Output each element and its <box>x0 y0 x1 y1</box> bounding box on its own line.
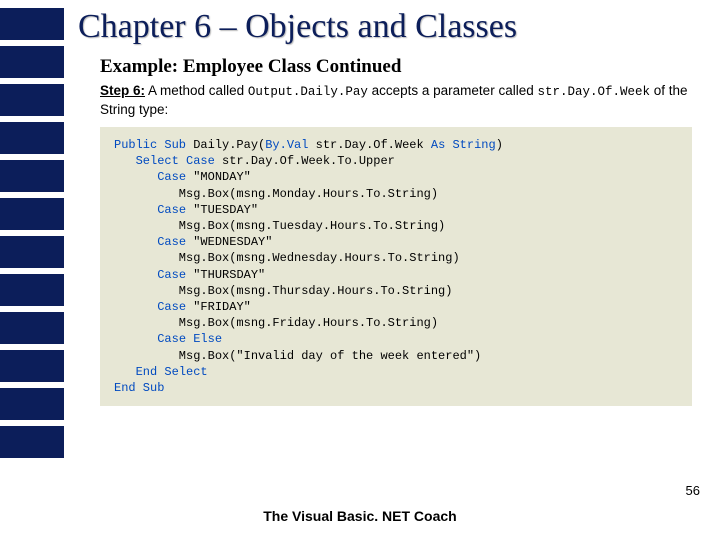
sidebar-block <box>0 122 64 154</box>
sidebar-block <box>0 350 64 382</box>
step-description: Step 6: A method called Output.Daily.Pay… <box>100 82 700 119</box>
sidebar-block <box>0 388 64 420</box>
sidebar-block <box>0 312 64 344</box>
slide-content: Chapter 6 – Objects and Classes Example:… <box>74 0 720 406</box>
example-title: Example: Employee Class Continued <box>100 56 700 78</box>
step-code-1: Output.Daily.Pay <box>248 85 368 99</box>
footer-text: The Visual Basic. NET Coach <box>0 508 720 524</box>
step-code-2: str.Day.Of.Week <box>537 85 650 99</box>
page-number: 56 <box>686 483 700 498</box>
step-text-1: A method called <box>145 83 248 98</box>
sidebar-block <box>0 426 64 458</box>
sidebar-block <box>0 274 64 306</box>
step-text-2: accepts a parameter called <box>368 83 538 98</box>
sidebar-block <box>0 160 64 192</box>
sidebar-block <box>0 46 64 78</box>
sidebar-block <box>0 198 64 230</box>
sidebar-block <box>0 8 64 40</box>
step-label: Step 6: <box>100 83 145 98</box>
sidebar-decoration <box>0 0 64 540</box>
code-block: Public Sub Daily.Pay(By.Val str.Day.Of.W… <box>100 127 692 406</box>
chapter-title: Chapter 6 – Objects and Classes <box>78 8 700 46</box>
sidebar-block <box>0 236 64 268</box>
sidebar-block <box>0 84 64 116</box>
